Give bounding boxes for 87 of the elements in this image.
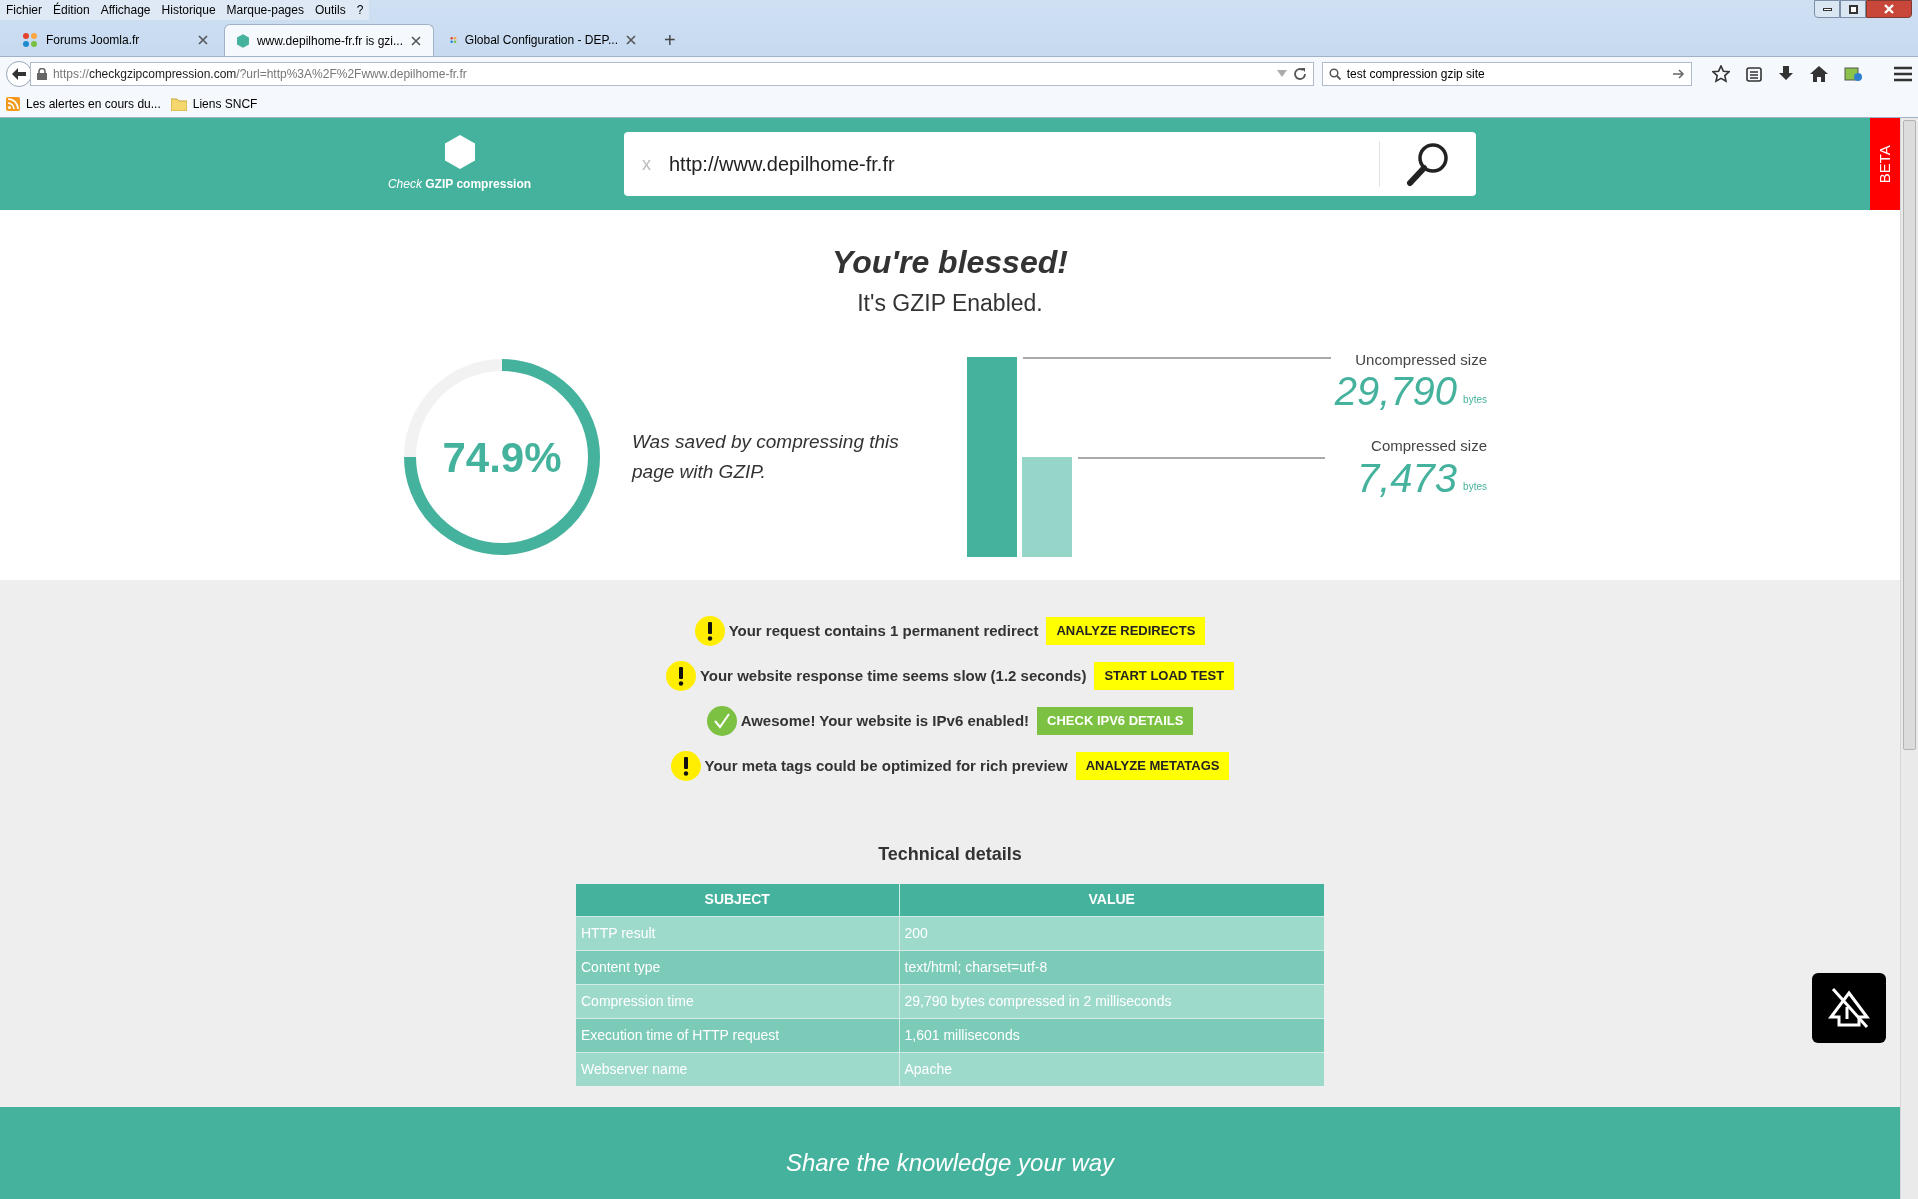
size-label: Uncompressed size: [1355, 349, 1487, 370]
close-icon[interactable]: [411, 35, 421, 46]
table-cell: Compression time: [576, 984, 899, 1018]
saved-percent: 74.9%: [442, 432, 562, 482]
house-crossed-icon: [1827, 987, 1871, 1029]
folder-icon: [170, 96, 187, 111]
browser-tab[interactable]: Forums Joomla.fr: [10, 24, 220, 56]
size-value: 29,790: [1334, 368, 1458, 415]
close-button[interactable]: [1866, 0, 1912, 18]
image-icon[interactable]: [1844, 65, 1862, 82]
notice-text: Your meta tags could be optimized for rich preview: [704, 755, 1068, 776]
table-cell: 200: [899, 916, 1324, 950]
check-icon: [706, 706, 737, 736]
new-tab-button[interactable]: +: [652, 24, 688, 56]
tab-label: Global Configuration - DEP...: [464, 32, 618, 49]
logo-icon: [22, 32, 38, 48]
url-value: http://www.depilhome-fr.fr: [669, 152, 896, 177]
floating-button[interactable]: [1812, 973, 1886, 1043]
reload-icon[interactable]: [1292, 66, 1307, 81]
bookmark-item[interactable]: Les alertes en cours du...: [6, 94, 161, 113]
action-button[interactable]: START LOAD TEST: [1094, 662, 1235, 690]
saved-caption: Was saved by compressing this page with GZIP.: [632, 429, 900, 484]
size-unit: bytes: [1463, 479, 1487, 494]
back-arrow-icon: [11, 67, 26, 80]
table-cell: Execution time of HTTP request: [576, 1018, 899, 1052]
warning-icon: [665, 661, 696, 691]
warning-icon: [694, 616, 725, 646]
menu-item[interactable]: Affichage: [100, 1, 151, 19]
size-unit: bytes: [1463, 393, 1487, 407]
table-cell: Webserver name: [576, 1052, 899, 1086]
search-field[interactable]: test compression gzip site: [1321, 61, 1692, 86]
back-button[interactable]: [6, 60, 32, 87]
table-cell: 1,601 milliseconds: [899, 1018, 1324, 1052]
search-icon: [1328, 67, 1341, 80]
table-cell: HTTP result: [576, 916, 899, 950]
close-icon[interactable]: [198, 35, 208, 45]
clipboard-icon[interactable]: [1746, 65, 1762, 82]
table-cell: text/html; charset=utf-8: [899, 950, 1324, 984]
close-icon[interactable]: [626, 35, 636, 45]
minimize-button[interactable]: [1814, 0, 1840, 18]
section-title: Technical details: [878, 843, 1022, 866]
table-cell: 29,790 bytes compressed in 2 milliseconds: [899, 984, 1324, 1018]
logo-text: Check GZIP compression: [387, 176, 532, 193]
menu-item[interactable]: ?: [356, 1, 364, 19]
footer-tagline: Share the knowledge your way: [785, 1148, 1115, 1175]
menu-item[interactable]: Outils: [314, 1, 346, 19]
menu-item[interactable]: Marque-pages: [226, 1, 304, 19]
notice-text: Awesome! Your website is IPv6 enabled!: [740, 710, 1030, 731]
lock-icon: [36, 67, 47, 80]
menu-item[interactable]: Fichier: [6, 1, 42, 19]
star-icon[interactable]: [1712, 64, 1730, 83]
url-text: https://checkgzipcompression.com/?url=http%3A%2F%2Fwww.depilhome-fr.fr: [52, 65, 468, 83]
browser-tab[interactable]: Global Configuration - DEP...: [438, 24, 648, 56]
hexagon-logo-icon: [444, 135, 475, 169]
bookmark-item[interactable]: Liens SNCF: [170, 94, 258, 113]
home-icon[interactable]: [1810, 65, 1828, 82]
action-button[interactable]: ANALYZE METATAGS: [1075, 752, 1230, 780]
tab-label: www.depilhome-fr.fr is gzi...: [256, 32, 403, 50]
search-icon[interactable]: [1406, 141, 1450, 187]
menu-item[interactable]: Édition: [53, 1, 90, 19]
feed-icon: [6, 96, 20, 111]
size-label: Compressed size: [1371, 436, 1487, 456]
beta-ribbon: BETA: [1870, 118, 1900, 210]
warning-icon: [670, 751, 701, 781]
arrow-icon[interactable]: [1673, 68, 1685, 79]
address-bar[interactable]: https://checkgzipcompression.com/?url=http%3A%2F%2Fwww.depilhome-fr.fr: [29, 61, 1314, 86]
hexagon-icon: [237, 32, 249, 49]
column-header: VALUE: [899, 884, 1324, 916]
table-cell: Content type: [576, 950, 899, 984]
action-button[interactable]: ANALYZE REDIRECTS: [1046, 617, 1206, 645]
notice-text: Your request contains 1 permanent redirect: [728, 620, 1039, 641]
menu-icon[interactable]: [1894, 65, 1912, 82]
menu-item[interactable]: Historique: [161, 1, 216, 19]
scrollbar[interactable]: [1900, 118, 1918, 1199]
download-icon[interactable]: [1778, 65, 1794, 82]
restore-button[interactable]: [1840, 0, 1866, 18]
notice-text: Your website response time seems slow (1.2 seconds): [699, 665, 1087, 686]
column-header: SUBJECT: [576, 884, 899, 916]
tab-label: Forums Joomla.fr: [46, 32, 141, 49]
search-text: test compression gzip site: [1346, 65, 1486, 83]
table-cell: Apache: [899, 1052, 1324, 1086]
close-icon: [1884, 4, 1894, 14]
result-subtitle: It's GZIP Enabled.: [857, 289, 1043, 318]
size-value: 7,473: [1357, 454, 1458, 502]
url-search-field[interactable]: x http://www.depilhome-fr.fr: [624, 132, 1476, 196]
result-title: You're blessed!: [832, 243, 1068, 282]
browser-tab[interactable]: www.depilhome-fr.fr is gzi...: [224, 24, 434, 56]
